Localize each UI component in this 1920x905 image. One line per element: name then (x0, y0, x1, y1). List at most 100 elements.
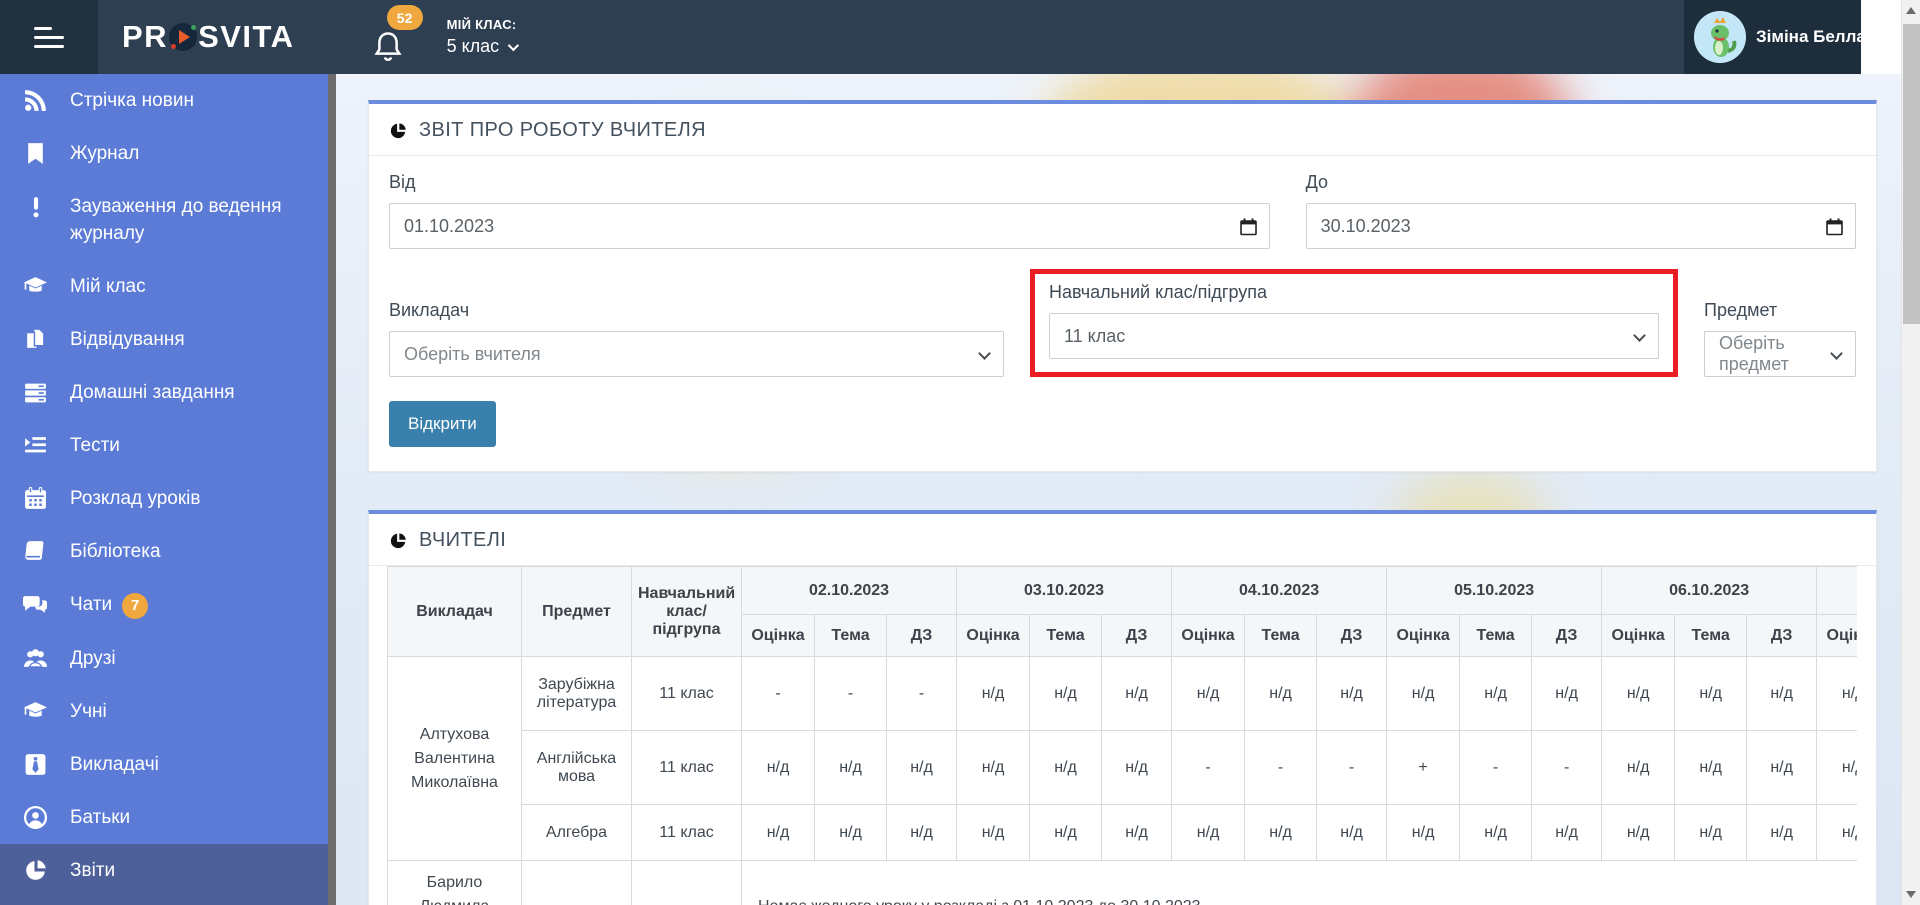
value-cell: н/д (956, 804, 1031, 861)
value-cell: н/д (1531, 804, 1603, 861)
sidebar-item-7[interactable]: Розклад уроків (0, 472, 336, 525)
sidebar-item-label: Домашні завдання (70, 382, 235, 403)
class-cell: - (631, 860, 742, 905)
subcolumn-header: ДЗ (1746, 614, 1818, 657)
bell-icon (373, 32, 402, 61)
teachers-panel-header: ВЧИТЕЛІ (369, 514, 1876, 566)
col-header-0: Викладач (387, 566, 522, 657)
value-cell: н/д (1244, 656, 1318, 731)
chevron-down-icon (1633, 329, 1646, 342)
my-class-dropdown[interactable]: 5 клас (447, 36, 520, 57)
class-select[interactable]: 11 клас (1049, 313, 1659, 359)
sidebar-scrollbar[interactable] (328, 74, 336, 905)
scroll-up-arrow-icon[interactable] (1906, 7, 1916, 14)
report-form-body: Від 01.10.2023 До 30.10.2023 Викладач Об… (369, 156, 1876, 471)
chevron-down-icon (978, 347, 991, 360)
scrollbar-thumb[interactable] (1903, 24, 1920, 324)
date-group-header-5 (1816, 566, 1857, 615)
user-menu[interactable]: Зіміна Белла (1684, 0, 1884, 74)
value-cell: н/д (1459, 804, 1533, 861)
teacher-field: Викладач Оберіть вчителя (389, 300, 1004, 377)
sidebar-item-label: Стрічка новин (70, 90, 194, 111)
sidebar-item-label: Чати 7 (70, 591, 316, 619)
value-cell: н/д (1386, 804, 1461, 861)
teachers-panel-title: ВЧИТЕЛІ (419, 529, 507, 551)
from-date-input[interactable]: 01.10.2023 (389, 203, 1270, 249)
rss-icon (22, 87, 49, 114)
report-form-header: ЗВІТ ПРО РОБОТУ ВЧИТЕЛЯ (369, 104, 1876, 156)
screen: PR SVITA 52 МІЙ КЛАС: 5 клас Зіміна Белл… (0, 0, 1920, 905)
notifications-button[interactable]: 52 (373, 5, 423, 67)
graduation-cap-icon (22, 273, 49, 300)
subcolumn-header: Тема (1244, 614, 1318, 657)
subject-cell: Алгебра (521, 804, 632, 861)
parent-icon (22, 804, 49, 831)
sidebar-item-4[interactable]: Відвідування (0, 313, 336, 366)
teachers-table: Викладач Предмет Навчальний клас/ підгрупа… (387, 566, 1857, 905)
subcolumn-header: Оцінка (1386, 614, 1461, 657)
sidebar-item-11[interactable]: Учні (0, 685, 336, 738)
subject-field: Предмет Оберіть предмет (1704, 300, 1856, 377)
sidebar-item-label: Розклад уроків (70, 488, 201, 509)
subcolumn-header: ДЗ (1316, 614, 1388, 657)
subcolumn-header: Тема (1674, 614, 1748, 657)
open-report-button[interactable]: Відкрити (389, 401, 496, 447)
sidebar-item-0[interactable]: Стрічка новин (0, 74, 336, 127)
sidebar-item-12[interactable]: Викладачі (0, 738, 336, 791)
to-date-input[interactable]: 30.10.2023 (1305, 203, 1856, 249)
table-row: Алтухова Валентина Миколаївна Зарубіжна л… (387, 656, 1857, 861)
logo-play-icon (169, 23, 198, 51)
sidebar: Стрічка новин Журнал Зауваження до ведення… (0, 74, 336, 905)
sidebar-item-14[interactable]: Звіти (0, 843, 336, 897)
value-cell: н/д (1244, 804, 1318, 861)
teacher-select[interactable]: Оберіть вчителя (389, 331, 1004, 377)
sidebar-item-6[interactable]: Тести (0, 419, 336, 472)
from-field: Від 01.10.2023 (389, 172, 1270, 249)
table-row: Алгебра 11 клас н/д н/д н/д н/д н/д н/д н/д н/д н/… (388, 804, 1857, 861)
col-header-1: Предмет (521, 566, 632, 657)
sidebar-item-8[interactable]: Бібліотека (0, 525, 336, 578)
subject-select[interactable]: Оберіть предмет (1704, 331, 1856, 377)
sidebar-item-label: Батьки (70, 806, 131, 828)
pie-chart-icon (390, 532, 406, 548)
sidebar-item-13[interactable]: Батьки (0, 791, 336, 844)
menu-toggle-button[interactable] (0, 0, 98, 74)
value-cell: - (741, 656, 815, 731)
sidebar-item-label: Учні (70, 700, 107, 722)
value-cell: н/д (1316, 804, 1388, 861)
value-cell: н/д (1029, 804, 1103, 861)
sidebar-item-3[interactable]: Мій клас (0, 260, 336, 313)
calendar-icon (1239, 218, 1257, 236)
book-icon (22, 538, 49, 565)
sidebar-item-9[interactable]: Чати 7 (0, 578, 336, 632)
subject-cell: Зарубіжна література (521, 656, 632, 731)
topbar-gap (1861, 0, 1901, 74)
app-logo: PR SVITA (122, 19, 295, 55)
value-cell: н/д (885, 730, 958, 805)
sidebar-item-2[interactable]: Зауваження до ведення журналу (0, 180, 336, 260)
date-group-header-4: 06.10.2023 (1601, 566, 1818, 615)
teacher-name-cell: Алтухова Валентина Миколаївна (387, 656, 522, 861)
logo-text-pre: PR (122, 19, 169, 54)
sidebar-item-10[interactable]: Друзі (0, 632, 336, 685)
value-cell: н/д (741, 804, 815, 861)
subcolumn-header: Оцінка (1171, 614, 1246, 657)
value-cell: н/д (1101, 804, 1173, 861)
sidebar-subitem-15[interactable]: Журнал відвідування (0, 896, 336, 905)
scroll-down-arrow-icon[interactable] (1906, 891, 1916, 898)
sidebar-item-5[interactable]: Домашні завдання (0, 366, 336, 419)
subcolumn-header: Оцінка (1816, 614, 1857, 657)
date-group-header-1: 03.10.2023 (956, 566, 1173, 615)
value-cell: н/д (1386, 656, 1461, 731)
value-cell: - (1316, 730, 1388, 805)
bookmark-icon (22, 140, 49, 167)
value-cell: н/д (814, 730, 887, 805)
page-scrollbar[interactable] (1901, 0, 1920, 905)
date-group-header-3: 05.10.2023 (1386, 566, 1603, 615)
value-cell: н/д (1171, 804, 1246, 861)
sidebar-item-1[interactable]: Журнал (0, 127, 336, 180)
subcolumn-header: Оцінка (1601, 614, 1676, 657)
value-cell: н/д (1746, 730, 1818, 805)
value-cell: - (1171, 730, 1246, 805)
value-cell: н/д (1816, 730, 1857, 805)
